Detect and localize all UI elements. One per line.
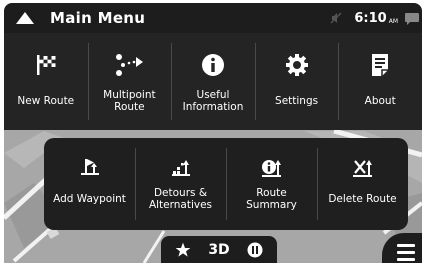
route-item-delete[interactable]: Delete Route [317,138,408,230]
view-mode-label: 3D [208,241,230,258]
pause-icon [247,242,263,257]
pause-button[interactable] [247,236,263,263]
detour-icon [171,152,191,184]
route-item-label: Route Summary [246,187,297,211]
status-bar: Main Menu 6:10 AM [4,3,422,33]
main-menu: New Route Multipoint Route Useful Inform… [4,33,422,130]
clock-time: 6:10 [354,10,387,26]
route-item-label: Delete Route [328,193,397,205]
bottom-toolbar: 3D [161,236,277,263]
page-title: Main Menu [50,9,146,27]
route-summary-icon [261,152,283,184]
message-icon[interactable] [404,11,420,25]
route-item-add-waypoint[interactable]: Add Waypoint [44,138,135,230]
route-item-detours[interactable]: Detours & Alternatives [135,138,226,230]
add-waypoint-icon [80,152,100,184]
menu-item-settings[interactable]: Settings [254,33,339,130]
navigation-screen: Main Menu 6:10 AM New Route Multipoint R… [4,3,422,263]
menu-item-new-route[interactable]: New Route [4,33,88,130]
menu-item-multipoint-route[interactable]: Multipoint Route [87,33,172,130]
hamburger-icon [397,242,415,263]
info-icon [201,45,225,85]
document-icon [370,45,390,85]
favorite-button[interactable] [175,236,191,263]
clock-ampm: AM [388,17,398,25]
back-button[interactable] [10,3,40,33]
mute-icon [330,11,344,25]
route-item-summary[interactable]: Route Summary [226,138,317,230]
menu-item-useful-information[interactable]: Useful Information [171,33,255,130]
menu-item-about[interactable]: About [338,33,422,130]
view-mode-button[interactable]: 3D [208,236,229,263]
multipoint-route-icon [114,45,144,85]
menu-label: New Route [17,95,75,107]
menu-label: Settings [275,95,319,107]
menu-label: Useful Information [182,89,244,113]
up-arrow-icon [16,12,34,24]
gear-icon [285,45,309,85]
menu-label: Multipoint Route [103,89,156,113]
star-icon [176,242,191,257]
checkered-flag-icon [34,45,58,85]
status-indicators: 6:10 AM [330,3,422,33]
delete-route-icon [352,152,374,184]
menu-label: About [364,95,396,107]
route-menu: Add Waypoint Detours & Alternatives Rout… [44,138,408,230]
route-item-label: Detours & Alternatives [148,187,213,211]
route-item-label: Add Waypoint [53,193,126,205]
